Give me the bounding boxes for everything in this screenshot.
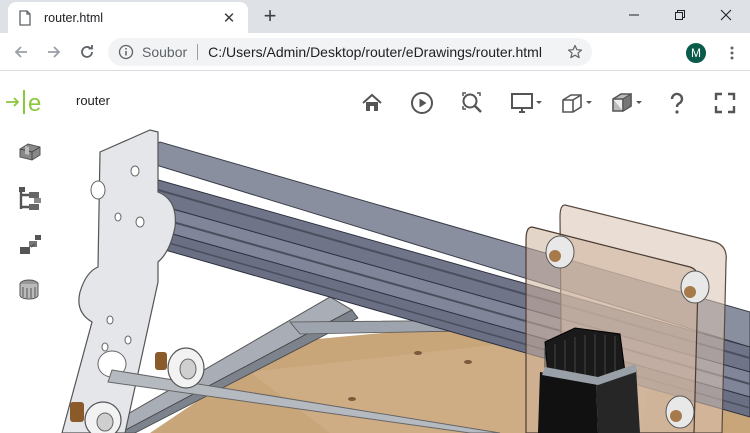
browser-toolbar: Soubor C:/Users/Admin/Desktop/router/eDr… (0, 33, 750, 71)
close-window-icon[interactable] (706, 4, 746, 26)
display-mode-icon[interactable] (507, 88, 547, 118)
tree-icon[interactable] (14, 184, 46, 214)
zoom-to-fit-icon[interactable] (457, 88, 487, 118)
tab-strip: router.html ✕ + (0, 0, 750, 33)
help-icon[interactable] (662, 88, 692, 118)
omnibox-scheme-label: Soubor (142, 44, 188, 60)
more-menu-icon[interactable] (722, 42, 742, 64)
edrawings-viewer[interactable]: e router (0, 72, 750, 433)
info-icon[interactable] (118, 44, 134, 60)
restore-icon[interactable] (660, 4, 700, 26)
bookmark-star-icon[interactable] (564, 41, 586, 63)
document-icon (19, 9, 31, 26)
forward-arrow-icon[interactable] (42, 40, 66, 64)
3d-model-canvas[interactable] (0, 72, 750, 433)
reload-icon[interactable] (75, 40, 99, 64)
appearance-icon[interactable] (14, 275, 46, 305)
edrawings-logo: e (6, 90, 41, 116)
tab-close-icon[interactable]: ✕ (220, 9, 238, 27)
fullscreen-icon[interactable] (710, 88, 740, 118)
address-bar[interactable]: Soubor C:/Users/Admin/Desktop/router/eDr… (108, 38, 592, 66)
model-name: router (76, 93, 110, 108)
logo-letter: e (28, 90, 41, 116)
home-icon[interactable] (357, 88, 387, 118)
profile-avatar[interactable]: M (686, 43, 706, 63)
view-orientation-icon[interactable] (607, 88, 647, 118)
parts-icon[interactable] (14, 137, 46, 167)
omnibox-separator (197, 44, 199, 60)
minimize-icon[interactable] (614, 4, 654, 26)
new-tab-button[interactable]: + (258, 5, 282, 29)
tab-router[interactable]: router.html ✕ (8, 2, 248, 33)
back-arrow-icon[interactable] (9, 40, 33, 64)
tab-title: router.html (44, 10, 104, 25)
section-icon[interactable] (557, 88, 597, 118)
url-text[interactable]: C:/Users/Admin/Desktop/router/eDrawings/… (208, 44, 564, 60)
play-icon[interactable] (407, 88, 437, 118)
explode-icon[interactable] (14, 230, 46, 260)
